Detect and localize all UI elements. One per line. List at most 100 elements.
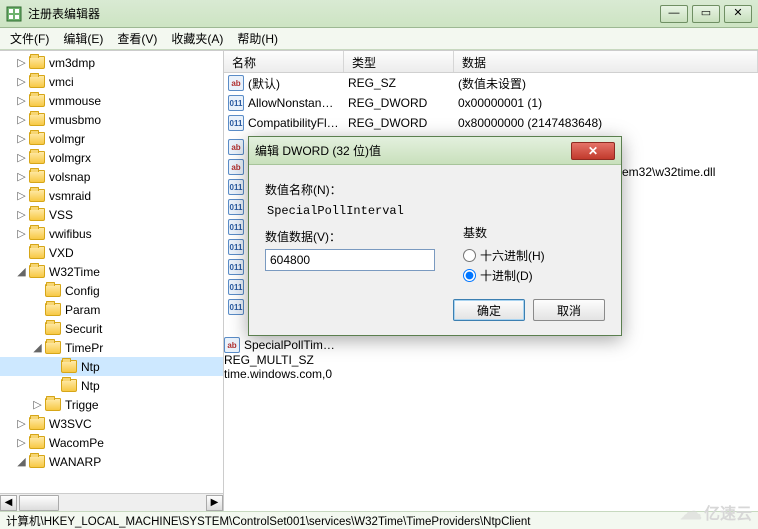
value-data: 0x80000000 (2147483648) bbox=[458, 116, 758, 130]
expand-icon[interactable]: ▷ bbox=[16, 57, 27, 68]
folder-icon bbox=[29, 265, 45, 278]
list-row[interactable]: ab(默认)REG_SZ(数值未设置) bbox=[224, 73, 758, 93]
folder-icon bbox=[29, 436, 45, 449]
folder-icon bbox=[29, 417, 45, 430]
expand-icon[interactable]: ▷ bbox=[16, 95, 27, 106]
column-header-name[interactable]: 名称 bbox=[224, 51, 344, 72]
minimize-button[interactable]: — bbox=[660, 5, 688, 23]
expand-icon[interactable]: ▷ bbox=[16, 152, 27, 163]
ok-button[interactable]: 确定 bbox=[453, 299, 525, 321]
dword-value-icon: 011 bbox=[228, 95, 244, 111]
cloud-icon: ☁ bbox=[680, 499, 702, 525]
expand-icon[interactable]: ▷ bbox=[16, 418, 27, 429]
scroll-left-button[interactable]: ◀ bbox=[0, 495, 17, 511]
tree-item-label: volsnap bbox=[49, 170, 90, 184]
folder-icon bbox=[45, 398, 61, 411]
radio-dec-label: 十进制(D) bbox=[480, 267, 533, 284]
cancel-button[interactable]: 取消 bbox=[533, 299, 605, 321]
string-value-icon: ab bbox=[224, 337, 240, 353]
tree-item[interactable]: Param bbox=[0, 300, 223, 319]
value-type: REG_DWORD bbox=[348, 116, 458, 130]
window-title: 注册表编辑器 bbox=[28, 5, 660, 22]
column-header-type[interactable]: 类型 bbox=[344, 51, 454, 72]
tree-item[interactable]: ▷vmmouse bbox=[0, 91, 223, 110]
expand-icon[interactable]: ▷ bbox=[16, 171, 27, 182]
tree-item-label: Securit bbox=[65, 322, 102, 336]
tree-item[interactable]: ◢WANARP bbox=[0, 452, 223, 471]
column-header-data[interactable]: 数据 bbox=[454, 51, 758, 72]
collapse-icon[interactable]: ◢ bbox=[16, 266, 27, 277]
expand-icon[interactable]: ▷ bbox=[16, 133, 27, 144]
expand-icon[interactable]: ▷ bbox=[16, 114, 27, 125]
folder-icon bbox=[29, 75, 45, 88]
maximize-button[interactable]: ▭ bbox=[692, 5, 720, 23]
tree-item[interactable]: ▷vsmraid bbox=[0, 186, 223, 205]
value-data: 0x00000001 (1) bbox=[458, 96, 758, 110]
expand-icon[interactable]: ▷ bbox=[16, 209, 27, 220]
folder-icon bbox=[61, 379, 77, 392]
expand-icon[interactable]: ▷ bbox=[16, 190, 27, 201]
tree-item-label: Ntp bbox=[81, 360, 100, 374]
tree-item[interactable]: Ntp bbox=[0, 357, 223, 376]
dword-value-icon: 011 bbox=[228, 219, 244, 235]
list-row[interactable]: 011CompatibilityFl…REG_DWORD0x80000000 (… bbox=[224, 113, 758, 133]
tree-item[interactable]: ▷WacomPe bbox=[0, 433, 223, 452]
tree-item[interactable]: ▷ VSS bbox=[0, 205, 223, 224]
radio-hex-input[interactable] bbox=[463, 249, 476, 262]
tree-item-label: Trigge bbox=[65, 398, 99, 412]
list-row[interactable]: 011AllowNonstan…REG_DWORD0x00000001 (1) bbox=[224, 93, 758, 113]
tree-item[interactable]: ▷vwifibus bbox=[0, 224, 223, 243]
tree-item[interactable]: ▷volmgrx bbox=[0, 148, 223, 167]
radio-dec-input[interactable] bbox=[463, 269, 476, 282]
tree-item[interactable]: ▷W3SVC bbox=[0, 414, 223, 433]
radio-dec[interactable]: 十进制(D) bbox=[463, 265, 605, 285]
tree-item-label: VSS bbox=[49, 208, 73, 222]
tree-item[interactable]: ◢W32Time bbox=[0, 262, 223, 281]
tree-item[interactable]: ▷ volmgr bbox=[0, 129, 223, 148]
tree-item[interactable]: ▷vmusbmo bbox=[0, 110, 223, 129]
tree-item[interactable]: Securit bbox=[0, 319, 223, 338]
tree-item[interactable]: ▷ volsnap bbox=[0, 167, 223, 186]
scroll-thumb[interactable] bbox=[19, 495, 59, 511]
dialog-titlebar: 编辑 DWORD (32 位)值 ✕ bbox=[249, 137, 621, 165]
menu-file[interactable]: 文件(F) bbox=[4, 28, 55, 49]
dword-value-icon: 011 bbox=[228, 199, 244, 215]
tree-item[interactable]: ▷ Trigge bbox=[0, 395, 223, 414]
scroll-right-button[interactable]: ▶ bbox=[206, 495, 223, 511]
expand-icon[interactable]: ▷ bbox=[32, 399, 43, 410]
tree-item[interactable]: ◢TimePr bbox=[0, 338, 223, 357]
string-value-icon: ab bbox=[228, 139, 244, 155]
folder-icon bbox=[45, 284, 61, 297]
expand-placeholder bbox=[32, 323, 43, 334]
tree-item[interactable]: VXD bbox=[0, 243, 223, 262]
tree-item-label: vmci bbox=[49, 75, 74, 89]
dialog-title: 编辑 DWORD (32 位)值 bbox=[255, 142, 571, 159]
tree-item[interactable]: Ntp bbox=[0, 376, 223, 395]
value-type: REG_SZ bbox=[348, 76, 458, 90]
menu-help[interactable]: 帮助(H) bbox=[231, 28, 284, 49]
tree-item[interactable]: Config bbox=[0, 281, 223, 300]
expand-icon[interactable]: ▷ bbox=[16, 437, 27, 448]
tree-item[interactable]: ▷ vmci bbox=[0, 72, 223, 91]
tree-item[interactable]: ▷vm3dmp bbox=[0, 53, 223, 72]
expand-icon[interactable]: ▷ bbox=[16, 76, 27, 87]
dialog-close-button[interactable]: ✕ bbox=[571, 142, 615, 160]
folder-icon bbox=[29, 246, 45, 259]
list-row[interactable]: ab SpecialPollTim… REG_MULTI_SZ time.win… bbox=[224, 337, 758, 381]
tree-horizontal-scrollbar[interactable]: ◀ ▶ bbox=[0, 493, 223, 511]
folder-icon bbox=[29, 132, 45, 145]
close-button[interactable]: ✕ bbox=[724, 5, 752, 23]
collapse-icon[interactable]: ◢ bbox=[16, 456, 27, 467]
expand-icon[interactable]: ▷ bbox=[16, 228, 27, 239]
menu-view[interactable]: 查看(V) bbox=[111, 28, 163, 49]
partial-value-data: em32\w32time.dll bbox=[622, 165, 715, 179]
registry-tree[interactable]: ▷vm3dmp▷vmci▷vmmouse▷vmusbmo▷volmgr▷volm… bbox=[0, 51, 223, 493]
menu-favorites[interactable]: 收藏夹(A) bbox=[165, 28, 229, 49]
radio-hex[interactable]: 十六进制(H) bbox=[463, 245, 605, 265]
values-list[interactable]: ab(默认)REG_SZ(数值未设置)011AllowNonstan…REG_D… bbox=[224, 73, 758, 133]
menu-edit[interactable]: 编辑(E) bbox=[57, 28, 109, 49]
folder-icon bbox=[29, 189, 45, 202]
value-data-input[interactable] bbox=[265, 249, 435, 271]
collapse-icon[interactable]: ◢ bbox=[32, 342, 43, 353]
tree-item-label: volmgr bbox=[49, 132, 85, 146]
